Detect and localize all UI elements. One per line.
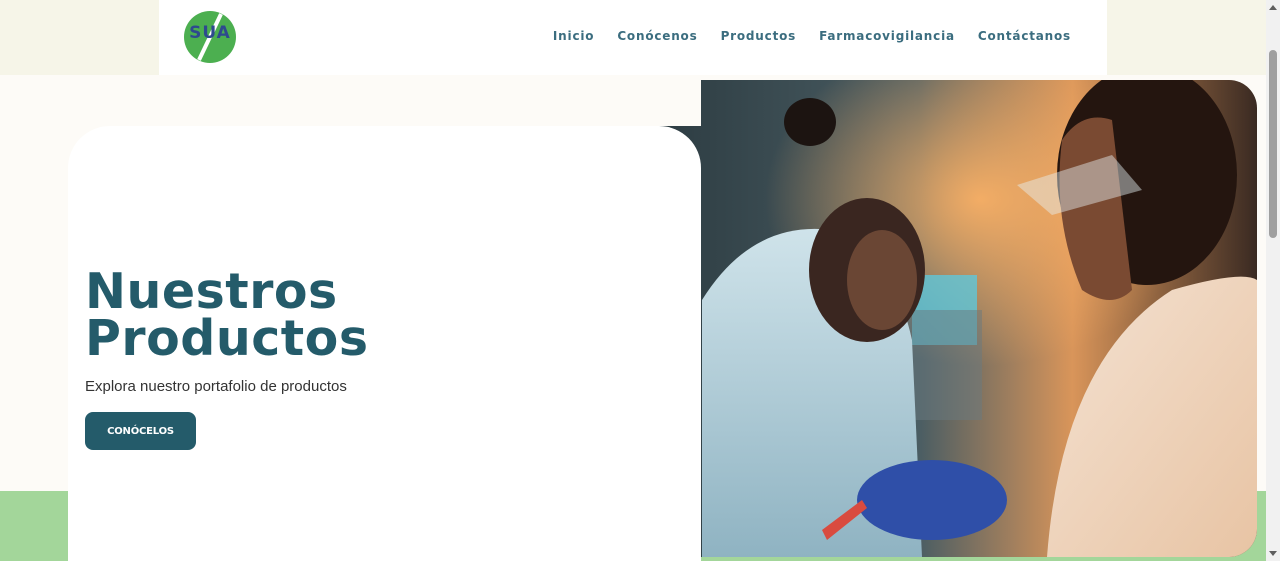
site-header: SUA Inicio Conócenos Productos Farmacovi… <box>159 0 1107 75</box>
image-corner-mask <box>642 80 701 126</box>
page-title: Nuestros Productos <box>85 263 369 367</box>
sua-logo-icon[interactable]: SUA <box>183 10 237 64</box>
logo-text: SUA <box>189 23 231 43</box>
title-line-2: Productos <box>85 310 369 367</box>
scroll-thumb[interactable] <box>1269 50 1277 238</box>
nav-farmacovigilancia[interactable]: Farmacovigilancia <box>819 29 955 43</box>
nav-contactanos[interactable]: Contáctanos <box>978 29 1071 43</box>
hero-subtitle: Explora nuestro portafolio de productos <box>85 378 347 395</box>
main-nav: Inicio Conócenos Productos Farmacovigila… <box>553 29 1071 43</box>
lab-scientists-image <box>642 80 1257 557</box>
conocelos-button[interactable]: CONÓCELOS <box>85 412 196 450</box>
vertical-scrollbar[interactable] <box>1266 0 1280 561</box>
scroll-up-arrow-icon[interactable] <box>1269 5 1277 10</box>
nav-productos[interactable]: Productos <box>721 29 797 43</box>
nav-conocenos[interactable]: Conócenos <box>617 29 697 43</box>
scroll-down-arrow-icon[interactable] <box>1269 551 1277 556</box>
title-line-1: Nuestros <box>85 263 338 320</box>
nav-inicio[interactable]: Inicio <box>553 29 594 43</box>
